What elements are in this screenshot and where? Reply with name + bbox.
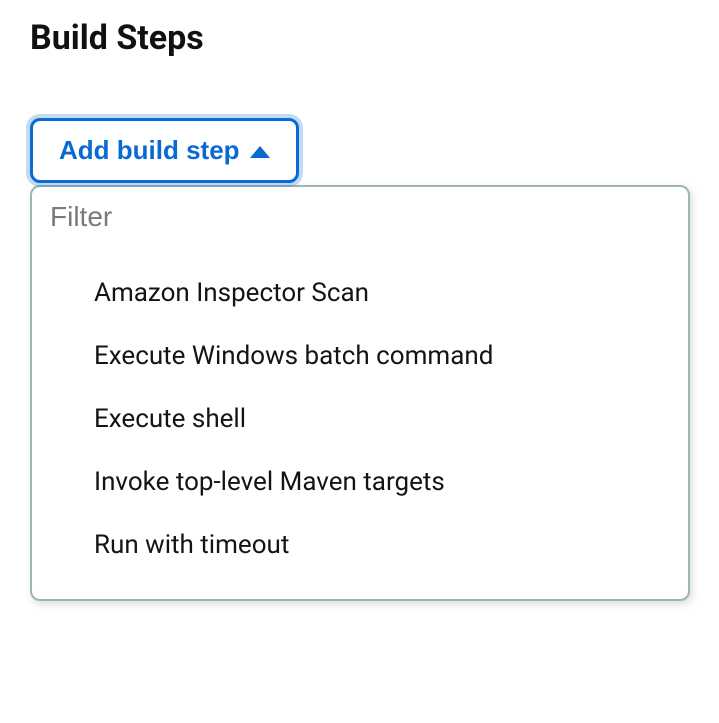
- add-build-step-label: Add build step: [59, 135, 240, 166]
- option-execute-shell[interactable]: Execute shell: [32, 388, 688, 451]
- filter-input[interactable]: [50, 201, 670, 233]
- add-build-step-button[interactable]: Add build step: [30, 118, 299, 183]
- filter-row: [32, 187, 688, 248]
- build-step-dropdown: Amazon Inspector Scan Execute Windows ba…: [30, 185, 690, 601]
- options-list: Amazon Inspector Scan Execute Windows ba…: [32, 248, 688, 599]
- option-run-with-timeout[interactable]: Run with timeout: [32, 514, 688, 577]
- option-execute-windows-batch[interactable]: Execute Windows batch command: [32, 325, 688, 388]
- option-amazon-inspector-scan[interactable]: Amazon Inspector Scan: [32, 262, 688, 325]
- caret-up-icon: [250, 146, 270, 158]
- option-invoke-maven-targets[interactable]: Invoke top-level Maven targets: [32, 451, 688, 514]
- section-title: Build Steps: [30, 18, 689, 58]
